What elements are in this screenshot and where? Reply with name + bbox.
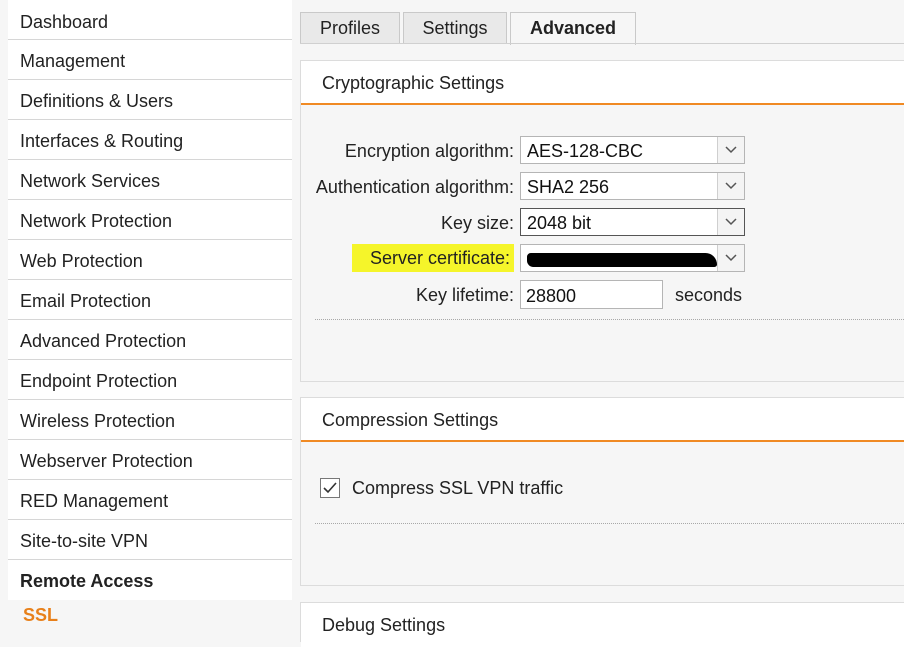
redacted-value <box>527 253 717 267</box>
sidebar-item-interfaces-routing[interactable]: Interfaces & Routing <box>8 120 292 160</box>
sidebar-item-definitions-users[interactable]: Definitions & Users <box>8 80 292 120</box>
sidebar-item-web-protection[interactable]: Web Protection <box>8 240 292 280</box>
keysize-row: Key size: 2048 bit <box>301 208 904 238</box>
sidebar-item-webserver-protection[interactable]: Webserver Protection <box>8 440 292 480</box>
encryption-label: Encryption algorithm: <box>344 141 514 161</box>
panel-title: Compression Settings <box>301 398 904 442</box>
crypto-settings-panel: Cryptographic Settings Encryption algori… <box>300 60 904 382</box>
encryption-value: AES-128-CBC <box>527 141 644 161</box>
check-icon <box>323 482 337 494</box>
panel-title: Cryptographic Settings <box>301 61 904 105</box>
encryption-row: Encryption algorithm: AES-128-CBC <box>301 136 904 166</box>
certificate-row: Server certificate: <box>301 244 904 274</box>
certificate-select[interactable] <box>520 244 745 272</box>
chevron-down-icon[interactable] <box>717 137 744 163</box>
auth-value: SHA2 256 <box>527 177 610 197</box>
compress-row: Compress SSL VPN traffic <box>301 478 904 508</box>
compression-settings-panel: Compression Settings Compress SSL VPN tr… <box>300 397 904 586</box>
sidebar-item-wireless-protection[interactable]: Wireless Protection <box>8 400 292 440</box>
tab-settings[interactable]: Settings <box>403 12 507 43</box>
lifetime-unit: seconds <box>675 285 743 305</box>
divider <box>315 319 904 320</box>
keysize-value: 2048 bit <box>527 213 592 233</box>
lifetime-row: Key lifetime: 28800 seconds <box>301 280 904 310</box>
keysize-select[interactable]: 2048 bit <box>520 208 745 236</box>
chevron-down-icon[interactable] <box>717 209 744 235</box>
debug-settings-panel: Debug Settings <box>300 602 904 647</box>
sidebar-item-management[interactable]: Management <box>8 40 292 80</box>
auth-row: Authentication algorithm: SHA2 256 <box>301 172 904 202</box>
lifetime-value: 28800 <box>526 286 577 306</box>
sidebar: Dashboard Management Definitions & Users… <box>8 0 292 634</box>
certificate-label: Server certificate: <box>351 244 514 272</box>
sidebar-item-site-to-site-vpn[interactable]: Site-to-site VPN <box>8 520 292 560</box>
sidebar-subitem-ssl[interactable]: SSL <box>8 600 292 634</box>
sidebar-section-remote-access[interactable]: Remote Access <box>8 560 292 600</box>
compress-checkbox[interactable] <box>320 478 340 498</box>
auth-select[interactable]: SHA2 256 <box>520 172 745 200</box>
keysize-label: Key size: <box>440 213 514 233</box>
divider <box>315 523 904 524</box>
sidebar-item-endpoint-protection[interactable]: Endpoint Protection <box>8 360 292 400</box>
chevron-down-icon[interactable] <box>717 173 744 199</box>
sidebar-subitem-label: SSL <box>23 605 59 625</box>
tab-advanced[interactable]: Advanced <box>510 12 636 45</box>
auth-label: Authentication algorithm: <box>315 177 514 197</box>
encryption-select[interactable]: AES-128-CBC <box>520 136 745 164</box>
lifetime-label: Key lifetime: <box>415 285 514 305</box>
sidebar-item-network-services[interactable]: Network Services <box>8 160 292 200</box>
chevron-down-icon[interactable] <box>717 245 744 271</box>
sidebar-item-email-protection[interactable]: Email Protection <box>8 280 292 320</box>
lifetime-input[interactable]: 28800 <box>520 280 663 309</box>
tab-divider <box>300 43 904 44</box>
sidebar-item-advanced-protection[interactable]: Advanced Protection <box>8 320 292 360</box>
sidebar-item-dashboard[interactable]: Dashboard <box>8 0 292 40</box>
tab-profiles[interactable]: Profiles <box>300 12 400 43</box>
sidebar-item-red-management[interactable]: RED Management <box>8 480 292 520</box>
sidebar-item-network-protection[interactable]: Network Protection <box>8 200 292 240</box>
panel-title: Debug Settings <box>301 603 904 647</box>
compress-label: Compress SSL VPN traffic <box>352 478 564 498</box>
